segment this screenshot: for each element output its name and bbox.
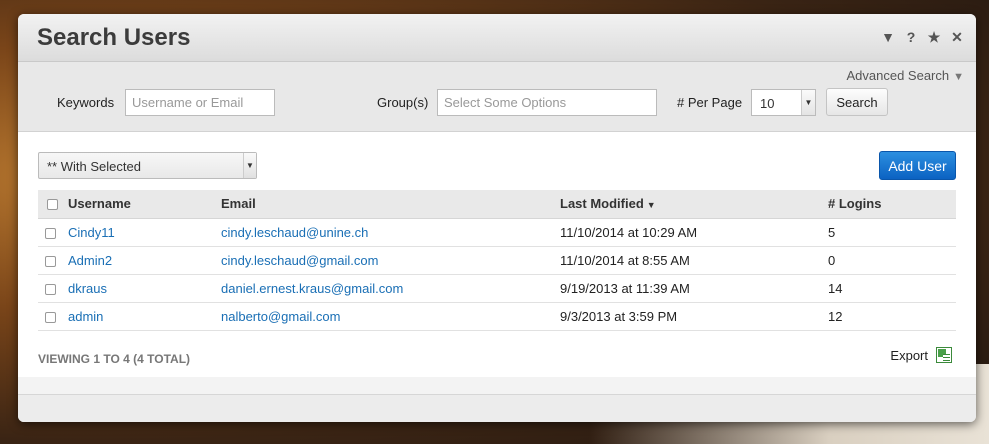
select-all-cell <box>38 190 68 219</box>
username-link[interactable]: Cindy11 <box>68 225 115 240</box>
column-username[interactable]: Username <box>68 190 221 219</box>
sort-desc-icon: ▼ <box>646 200 656 211</box>
add-user-button[interactable]: Add User <box>879 151 956 180</box>
advanced-search-label: Advanced Search <box>846 68 950 83</box>
email-link[interactable]: daniel.ernest.kraus@gmail.com <box>221 281 403 296</box>
column-email-label: Email <box>221 196 256 212</box>
table-row: Admin2 cindy.leschaud@gmail.com 11/10/20… <box>38 246 956 275</box>
column-logins[interactable]: # Logins <box>828 190 956 219</box>
column-logins-label: # Logins <box>828 196 882 212</box>
chevron-down-icon: ▼ <box>953 71 964 83</box>
chevron-down-icon: ▼ <box>801 90 815 115</box>
header-icons: ▼ ? ★ ✕ <box>881 28 964 46</box>
logins-cell: 0 <box>828 246 956 275</box>
column-last-modified[interactable]: Last Modified ▼ <box>560 190 828 219</box>
row-checkbox[interactable] <box>45 227 56 239</box>
users-table: Username Email Last Modified ▼ # Logins C… <box>38 190 956 331</box>
logins-cell: 5 <box>828 218 956 247</box>
username-cell: admin <box>68 302 221 331</box>
row-select-cell <box>38 274 68 303</box>
email-cell: cindy.leschaud@gmail.com <box>221 246 560 275</box>
help-icon[interactable]: ? <box>904 28 918 46</box>
logins-cell: 14 <box>828 274 956 303</box>
username-cell: Admin2 <box>68 246 221 275</box>
username-cell: Cindy11 <box>68 218 221 247</box>
logins-cell: 12 <box>828 302 956 331</box>
row-checkbox[interactable] <box>45 283 56 295</box>
advanced-search-toggle[interactable]: Advanced Search ▼ <box>846 68 964 83</box>
last-modified-cell: 11/10/2014 at 10:29 AM <box>560 218 828 247</box>
export-button[interactable]: Export <box>890 347 952 363</box>
groups-label: Group(s) <box>377 95 429 110</box>
email-cell: cindy.leschaud@unine.ch <box>221 218 560 247</box>
with-selected-select[interactable]: ** With Selected ▼ <box>38 152 257 179</box>
per-page-label: # Per Page <box>677 95 743 110</box>
row-select-cell <box>38 302 68 331</box>
star-icon[interactable]: ★ <box>927 28 941 46</box>
search-users-dialog: Search Users ▼ ? ★ ✕ Advanced Search ▼ Ke… <box>18 14 976 422</box>
groups-input[interactable] <box>437 89 657 116</box>
pagination-status: VIEWING 1 TO 4 (4 TOTAL) <box>38 352 191 366</box>
row-checkbox[interactable] <box>45 311 56 323</box>
row-checkbox[interactable] <box>45 255 56 267</box>
column-last-modified-label: Last Modified <box>560 196 644 212</box>
with-selected-value: ** With Selected <box>47 159 141 174</box>
last-modified-cell: 9/19/2013 at 11:39 AM <box>560 274 828 303</box>
spreadsheet-icon <box>936 347 952 363</box>
table-header-row: Username Email Last Modified ▼ # Logins <box>38 190 956 219</box>
chevron-down-icon: ▼ <box>243 153 256 178</box>
dialog-header: Search Users ▼ ? ★ ✕ <box>18 14 976 62</box>
keywords-label: Keywords <box>57 95 115 110</box>
email-link[interactable]: cindy.leschaud@unine.ch <box>221 225 368 240</box>
dialog-footer <box>18 394 976 422</box>
collapse-icon[interactable]: ▼ <box>881 28 895 46</box>
per-page-value: 10 <box>760 96 775 111</box>
column-email[interactable]: Email <box>221 190 560 219</box>
username-link[interactable]: Admin2 <box>68 253 112 268</box>
email-link[interactable]: cindy.leschaud@gmail.com <box>221 253 378 268</box>
keywords-input[interactable] <box>125 89 275 116</box>
row-select-cell <box>38 246 68 275</box>
close-icon[interactable]: ✕ <box>950 28 964 46</box>
username-link[interactable]: admin <box>68 309 103 324</box>
per-page-select[interactable]: 10 ▼ <box>751 89 816 116</box>
username-cell: dkraus <box>68 274 221 303</box>
last-modified-cell: 11/10/2014 at 8:55 AM <box>560 246 828 275</box>
last-modified-cell: 9/3/2013 at 3:59 PM <box>560 302 828 331</box>
page-title: Search Users <box>37 24 191 51</box>
row-select-cell <box>38 218 68 247</box>
table-row: dkraus daniel.ernest.kraus@gmail.com 9/1… <box>38 274 956 303</box>
email-cell: daniel.ernest.kraus@gmail.com <box>221 274 560 303</box>
search-button[interactable]: Search <box>826 88 888 116</box>
export-label: Export <box>890 347 928 363</box>
email-cell: nalberto@gmail.com <box>221 302 560 331</box>
select-all-checkbox[interactable] <box>47 199 58 211</box>
table-row: Cindy11 cindy.leschaud@unine.ch 11/10/20… <box>38 218 956 247</box>
column-username-label: Username <box>68 196 131 212</box>
username-link[interactable]: dkraus <box>68 281 107 296</box>
users-panel: ** With Selected ▼ Add User Username Ema… <box>18 132 976 377</box>
filter-bar: Advanced Search▼ Keywords Group(s) # Per… <box>18 62 976 132</box>
table-row: admin nalberto@gmail.com 9/3/2013 at 3:5… <box>38 302 956 331</box>
email-link[interactable]: nalberto@gmail.com <box>221 309 340 324</box>
